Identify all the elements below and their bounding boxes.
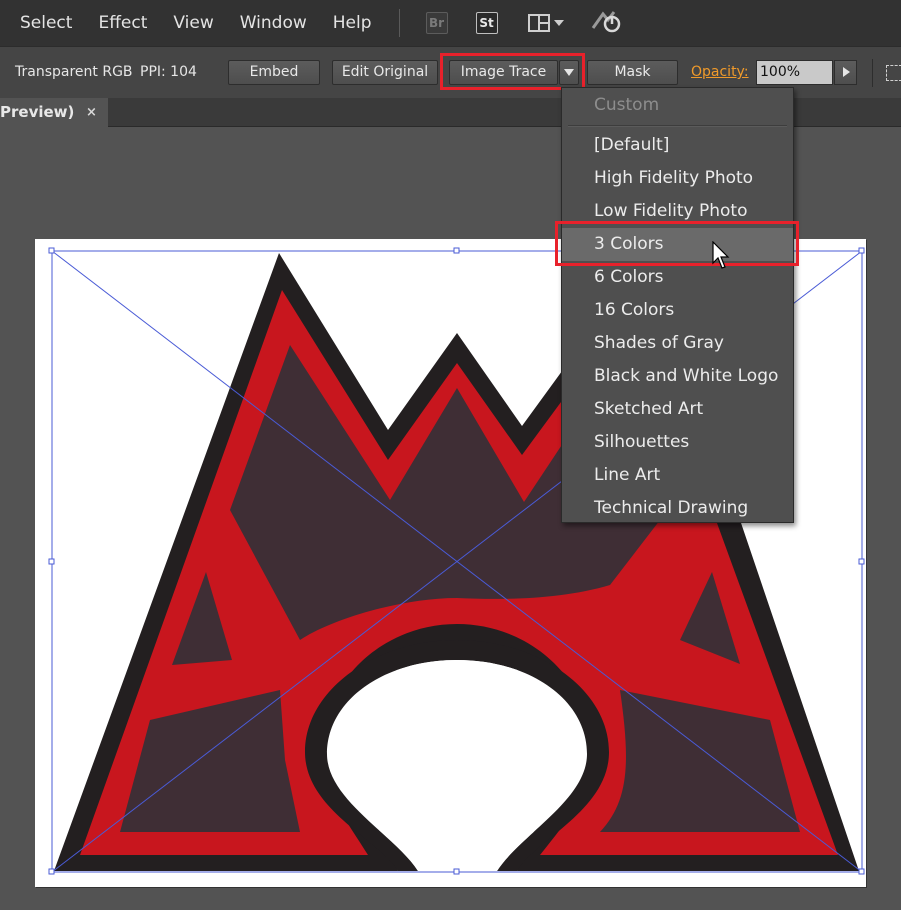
trace-presets-menu: Custom [Default] High Fidelity Photo Low… <box>561 87 794 523</box>
preset-line-art[interactable]: Line Art <box>562 459 793 492</box>
preset-default[interactable]: [Default] <box>562 129 793 162</box>
selection-handle[interactable] <box>48 868 55 875</box>
preset-silhouettes[interactable]: Silhouettes <box>562 426 793 459</box>
menu-header-custom: Custom <box>594 95 660 115</box>
preset-3-colors[interactable]: 3 Colors <box>562 228 793 261</box>
mouse-cursor-icon <box>712 241 730 269</box>
selection-handle[interactable] <box>48 247 55 254</box>
preset-shades-of-gray[interactable]: Shades of Gray <box>562 327 793 360</box>
preset-16-colors[interactable]: 16 Colors <box>562 294 793 327</box>
selection-handle[interactable] <box>48 558 55 565</box>
selection-handle[interactable] <box>858 247 865 254</box>
preset-sketched-art[interactable]: Sketched Art <box>562 393 793 426</box>
selection-handle[interactable] <box>453 868 460 875</box>
preset-6-colors[interactable]: 6 Colors <box>562 261 793 294</box>
preset-low-fidelity-photo[interactable]: Low Fidelity Photo <box>562 195 793 228</box>
preset-technical-drawing[interactable]: Technical Drawing <box>562 492 793 525</box>
menu-divider <box>568 125 787 126</box>
selection-handle[interactable] <box>858 558 865 565</box>
preset-high-fidelity-photo[interactable]: High Fidelity Photo <box>562 162 793 195</box>
selection-handle[interactable] <box>453 247 460 254</box>
selection-handle[interactable] <box>858 868 865 875</box>
preset-black-and-white-logo[interactable]: Black and White Logo <box>562 360 793 393</box>
